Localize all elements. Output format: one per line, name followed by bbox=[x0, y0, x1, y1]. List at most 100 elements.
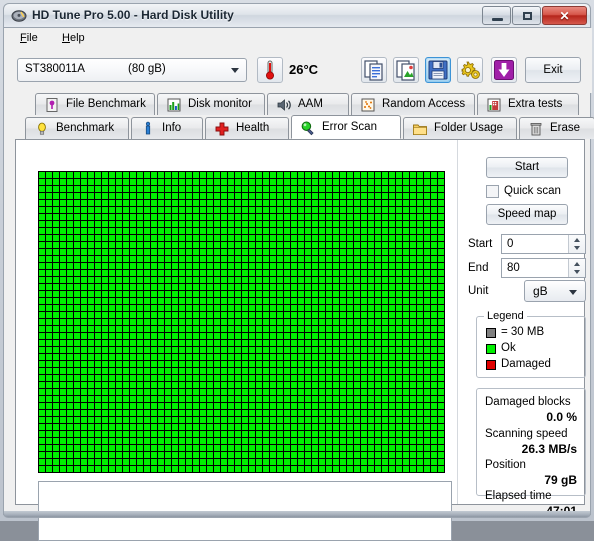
menu-item-file[interactable]: FFileile bbox=[14, 31, 44, 45]
disk-block bbox=[179, 249, 185, 255]
spinner-up-icon[interactable] bbox=[574, 262, 580, 266]
disk-block bbox=[109, 424, 115, 430]
disk-block bbox=[53, 424, 59, 430]
tab-file-benchmark[interactable]: File Benchmark bbox=[35, 93, 155, 115]
temperature-button[interactable] bbox=[257, 57, 283, 83]
disk-block bbox=[263, 424, 269, 430]
disk-block bbox=[431, 291, 437, 297]
spinner-down-icon[interactable] bbox=[574, 270, 580, 274]
disk-block bbox=[291, 417, 297, 423]
tab-info[interactable]: Info bbox=[131, 117, 203, 139]
disk-block bbox=[53, 186, 59, 192]
spinner-up-icon[interactable] bbox=[574, 238, 580, 242]
disk-block bbox=[312, 354, 318, 360]
disk-block bbox=[74, 410, 80, 416]
disk-block bbox=[361, 403, 367, 409]
disk-block bbox=[144, 403, 150, 409]
disk-block bbox=[214, 249, 220, 255]
unit-select[interactable]: gB bbox=[524, 280, 586, 302]
disk-block bbox=[382, 214, 388, 220]
disk-block bbox=[207, 228, 213, 234]
tab-extra-tests[interactable]: Extra tests bbox=[477, 93, 579, 115]
disk-block bbox=[347, 298, 353, 304]
disk-block bbox=[431, 431, 437, 437]
end-spinner[interactable] bbox=[568, 259, 585, 277]
disk-block bbox=[354, 424, 360, 430]
disk-block bbox=[137, 277, 143, 283]
start-scan-button[interactable]: Start bbox=[486, 157, 568, 178]
disk-block bbox=[81, 403, 87, 409]
disk-block bbox=[179, 452, 185, 458]
disk-block bbox=[410, 326, 416, 332]
disk-block bbox=[179, 235, 185, 241]
drive-select[interactable]: ST380011A (80 gB) bbox=[17, 58, 247, 82]
disk-block bbox=[53, 291, 59, 297]
disk-block bbox=[270, 403, 276, 409]
disk-block bbox=[242, 375, 248, 381]
disk-block bbox=[291, 256, 297, 262]
settings-button[interactable] bbox=[457, 57, 483, 83]
disk-block bbox=[221, 445, 227, 451]
disk-block bbox=[116, 375, 122, 381]
disk-block bbox=[312, 466, 318, 472]
disk-block bbox=[396, 319, 402, 325]
disk-block bbox=[277, 270, 283, 276]
start-spinner[interactable] bbox=[568, 235, 585, 253]
disk-block bbox=[102, 228, 108, 234]
end-input[interactable]: 80 bbox=[501, 258, 586, 278]
disk-block bbox=[368, 172, 374, 178]
tab-error-scan[interactable]: Error Scan bbox=[291, 115, 401, 139]
disk-block bbox=[39, 333, 45, 339]
speed-map-button[interactable]: Speed map bbox=[486, 204, 568, 225]
close-button[interactable]: ✕ bbox=[542, 6, 587, 25]
disk-block bbox=[88, 179, 94, 185]
disk-block bbox=[242, 396, 248, 402]
quick-scan-checkbox[interactable]: Quick scan bbox=[486, 184, 586, 200]
disk-block bbox=[109, 228, 115, 234]
start-input[interactable]: 0 bbox=[501, 234, 586, 254]
disk-block-map[interactable] bbox=[38, 171, 445, 473]
save-button[interactable] bbox=[425, 57, 451, 83]
disk-block bbox=[424, 263, 430, 269]
disk-block bbox=[249, 389, 255, 395]
disk-block bbox=[284, 410, 290, 416]
tab-erase[interactable]: Erase bbox=[519, 117, 594, 139]
exit-button[interactable]: Exit bbox=[525, 57, 581, 83]
disk-block bbox=[193, 452, 199, 458]
disk-block bbox=[410, 312, 416, 318]
disk-block bbox=[186, 221, 192, 227]
disk-block bbox=[165, 312, 171, 318]
disk-block bbox=[67, 270, 73, 276]
disk-block bbox=[375, 354, 381, 360]
disk-block bbox=[312, 277, 318, 283]
disk-block bbox=[228, 459, 234, 465]
tab-random-access[interactable]: Random Access bbox=[351, 93, 475, 115]
disk-block bbox=[172, 179, 178, 185]
menu-item-help[interactable]: Help bbox=[56, 31, 91, 45]
disk-block bbox=[389, 326, 395, 332]
minimize-button[interactable] bbox=[482, 6, 511, 25]
disk-block bbox=[60, 207, 66, 213]
maximize-button[interactable] bbox=[512, 6, 541, 25]
tab-benchmark[interactable]: Benchmark bbox=[25, 117, 129, 139]
disk-block bbox=[179, 186, 185, 192]
tab-health[interactable]: Health bbox=[205, 117, 289, 139]
disk-block bbox=[53, 340, 59, 346]
spinner-down-icon[interactable] bbox=[574, 246, 580, 250]
disk-block bbox=[123, 284, 129, 290]
disk-block bbox=[193, 466, 199, 472]
copy-to-clipboard-button[interactable] bbox=[361, 57, 387, 83]
tab-folder-usage[interactable]: Folder Usage bbox=[403, 117, 517, 139]
copy-image-button[interactable] bbox=[393, 57, 419, 83]
disk-block bbox=[333, 193, 339, 199]
disk-block bbox=[256, 333, 262, 339]
tab-disk-monitor[interactable]: Disk monitor bbox=[157, 93, 265, 115]
disk-block bbox=[193, 249, 199, 255]
download-button[interactable] bbox=[491, 57, 517, 83]
tab-aam[interactable]: AAM bbox=[267, 93, 349, 115]
disk-block bbox=[396, 466, 402, 472]
disk-block bbox=[60, 186, 66, 192]
disk-block bbox=[389, 340, 395, 346]
disk-block bbox=[116, 263, 122, 269]
client-area: FFileile Help ST380011A (80 gB) bbox=[3, 28, 594, 541]
